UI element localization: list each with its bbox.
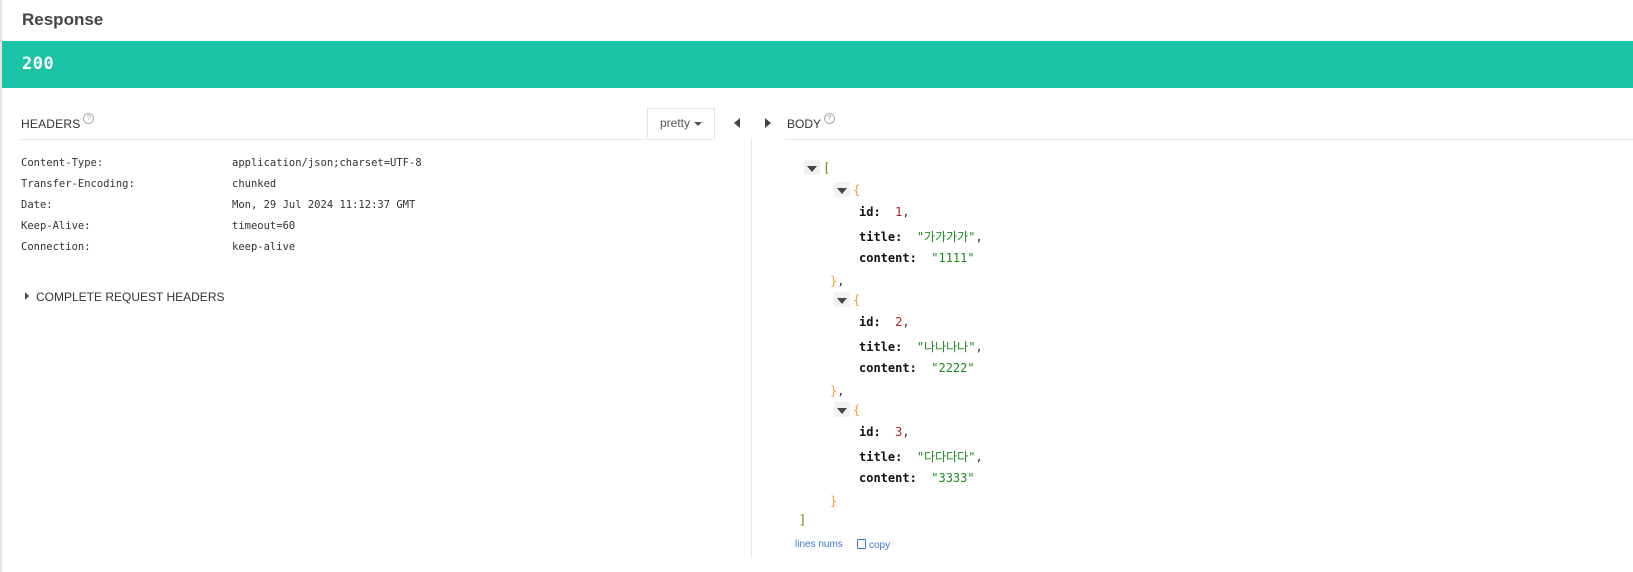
copy-label: copy (869, 540, 891, 551)
header-key: Content-Type: (21, 157, 104, 169)
header-value: Mon, 29 Jul 2024 11:12:37 GMT (232, 199, 416, 211)
collapse-object-icon[interactable] (837, 408, 847, 414)
collapse-root-icon[interactable] (807, 166, 817, 172)
format-dropdown-label: pretty (659, 116, 690, 130)
header-value: keep-alive (232, 241, 296, 253)
header-key: Transfer-Encoding: (21, 178, 135, 190)
headers-title-label: HEADERS (21, 117, 81, 131)
json-line: id: 1, (859, 205, 910, 219)
json-object-close: } (830, 494, 838, 508)
json-object-close: }, (830, 274, 845, 288)
json-key: id: (859, 205, 881, 219)
json-array-close: ] (799, 513, 807, 527)
header-key: Connection: (21, 241, 91, 253)
json-object-close: }, (830, 384, 845, 398)
copy-icon (857, 539, 866, 549)
lines-nums-link[interactable]: lines nums (795, 539, 843, 550)
json-line: content: "1111" (859, 251, 975, 265)
help-icon[interactable]: ? (824, 113, 836, 124)
format-dropdown[interactable]: pretty (647, 108, 715, 138)
json-string: "가가가가" (916, 230, 976, 244)
json-string: "3333" (931, 471, 975, 485)
json-key: content: (859, 471, 917, 485)
headers-table: Content-Type: application/json;charset=U… (21, 157, 422, 262)
header-value: timeout=60 (232, 220, 296, 232)
collapse-body-icon[interactable] (765, 118, 771, 128)
json-object-open: { (853, 183, 861, 197)
table-row: Date: Mon, 29 Jul 2024 11:12:37 GMT (21, 199, 422, 220)
json-string: "다다다다" (916, 450, 976, 464)
json-line: id: 3, (859, 425, 910, 439)
chevron-right-icon (25, 292, 29, 300)
json-key: title: (859, 340, 903, 354)
json-key: content: (859, 251, 917, 265)
body-title: BODY? (787, 113, 836, 131)
table-row: Connection: keep-alive (21, 241, 422, 262)
copy-button[interactable]: copy (857, 539, 890, 551)
help-icon[interactable]: ? (83, 113, 95, 124)
json-key: content: (859, 361, 917, 375)
json-line: title: "다다다다", (859, 450, 983, 464)
json-line: content: "3333" (859, 471, 975, 485)
response-title: Response (22, 10, 104, 29)
headers-divider (20, 139, 715, 140)
collapse-headers-icon[interactable] (734, 118, 740, 128)
json-key: title: (859, 230, 903, 244)
panel-divider (751, 138, 752, 558)
json-line: content: "2222" (859, 361, 975, 375)
json-line: title: "가가가가", (859, 230, 983, 244)
chevron-down-icon (694, 121, 702, 126)
json-key: title: (859, 450, 903, 464)
header-value: application/json;charset=UTF-8 (232, 157, 422, 169)
header-value: chunked (232, 178, 277, 190)
collapse-object-icon[interactable] (837, 298, 847, 304)
table-row: Transfer-Encoding: chunked (21, 178, 422, 199)
json-array-open: [ (823, 161, 831, 175)
complete-request-headers-toggle[interactable]: COMPLETE REQUEST HEADERS (25, 290, 224, 304)
json-object-open: { (853, 293, 861, 307)
json-string: "1111" (931, 251, 975, 265)
json-line: id: 2, (859, 315, 910, 329)
status-code: 200 (22, 54, 55, 74)
body-divider (785, 139, 1633, 140)
json-line: title: "나나나나", (859, 340, 983, 354)
json-key: id: (859, 315, 881, 329)
json-string: "2222" (931, 361, 975, 375)
collapse-object-icon[interactable] (837, 188, 847, 194)
complete-request-headers-label: COMPLETE REQUEST HEADERS (36, 290, 225, 304)
json-object-open: { (853, 403, 861, 417)
json-string: "나나나나" (916, 340, 976, 354)
header-key: Date: (21, 199, 53, 211)
json-key: id: (859, 425, 881, 439)
headers-title: HEADERS? (21, 113, 95, 131)
body-title-label: BODY (787, 117, 822, 131)
table-row: Keep-Alive: timeout=60 (21, 220, 422, 241)
status-bar: 200 (2, 41, 1633, 88)
header-key: Keep-Alive: (21, 220, 91, 232)
table-row: Content-Type: application/json;charset=U… (21, 157, 422, 178)
